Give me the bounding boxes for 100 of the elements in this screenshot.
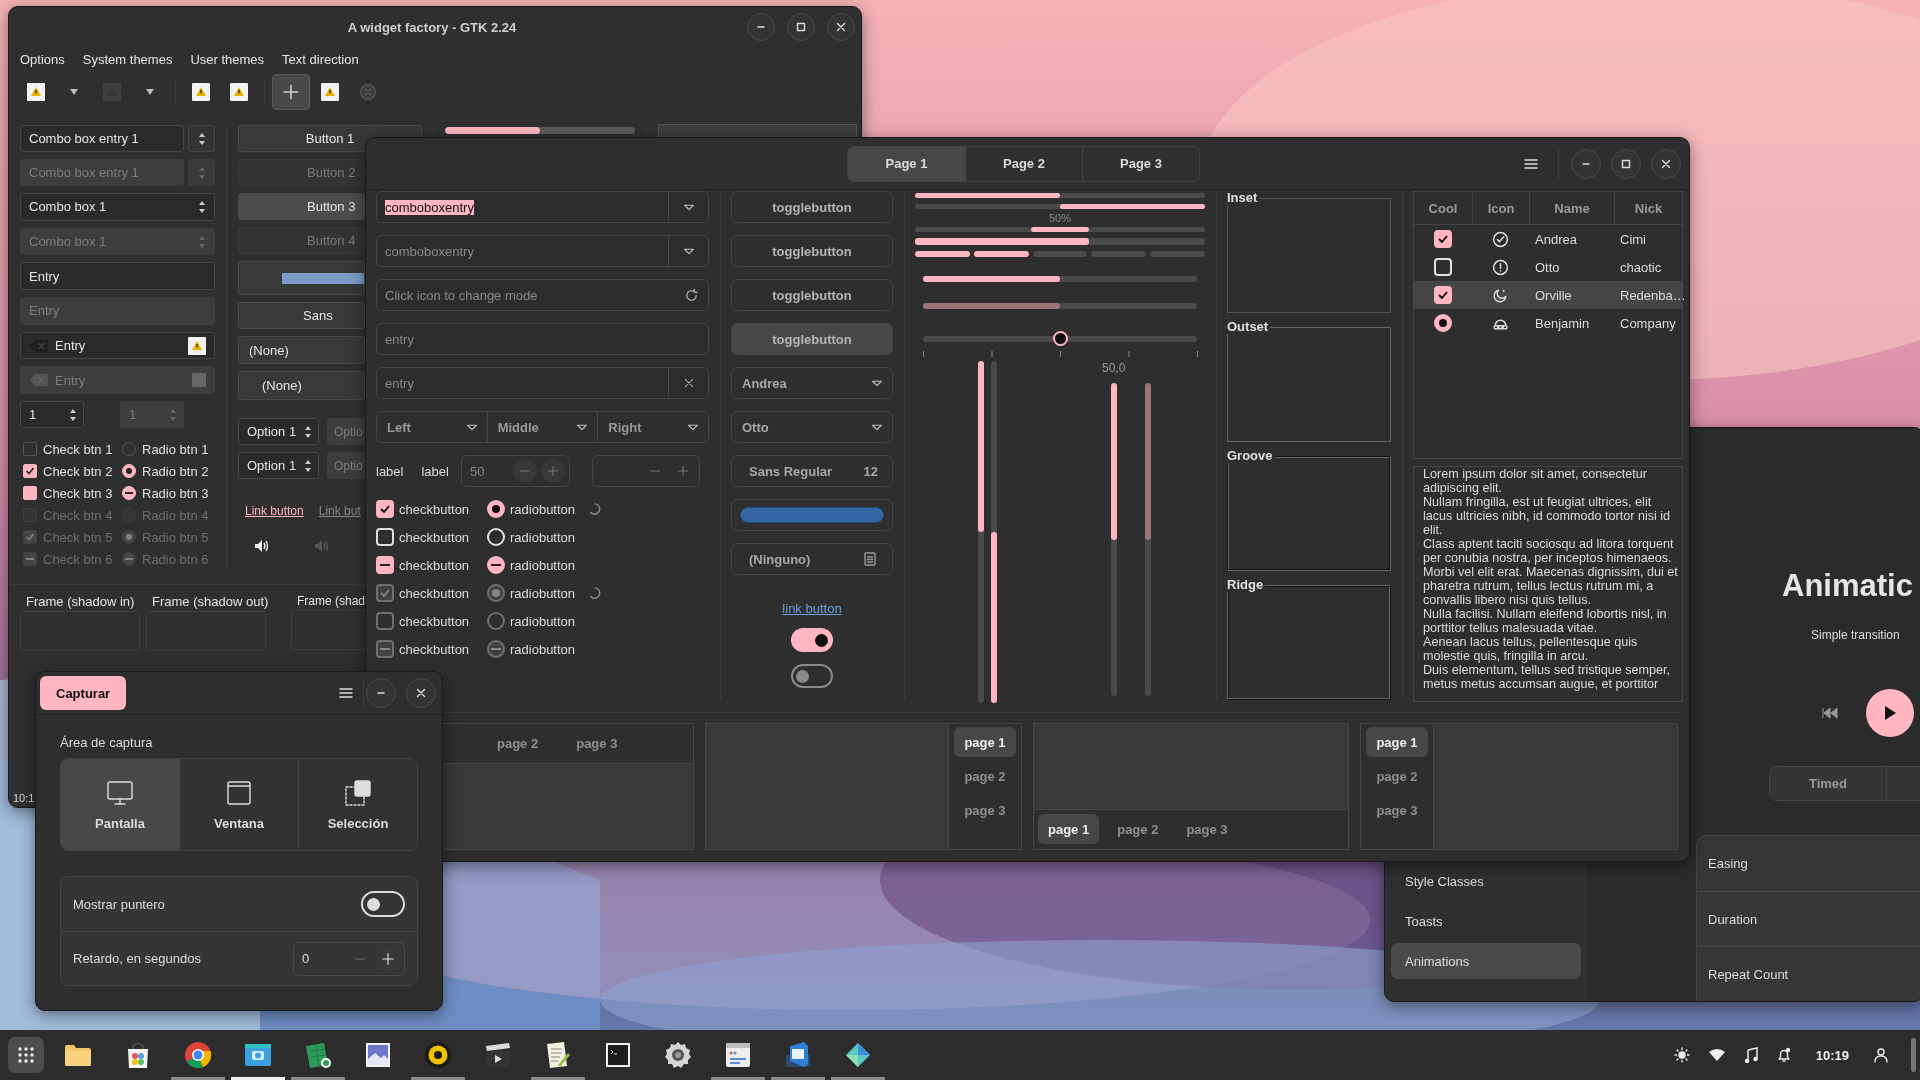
check-mark-icon (25, 466, 35, 477)
link[interactable]: Link button (245, 504, 304, 518)
radio-button[interactable] (122, 442, 136, 457)
checkbox[interactable] (23, 442, 37, 457)
combo-box[interactable]: Right (597, 412, 708, 442)
combo-entry-field[interactable]: comboboxentry (376, 235, 709, 267)
combo-box[interactable]: Otto (731, 411, 893, 443)
toggle-button[interactable]: togglebutton (731, 323, 893, 355)
entry-field[interactable]: entry (376, 323, 709, 355)
toggle-button[interactable]: togglebutton (731, 279, 893, 311)
radio-label: radiobutton (510, 529, 576, 545)
font-button[interactable]: Sans (238, 302, 365, 329)
table-row[interactable]: Orville Redenba… (1414, 281, 1682, 309)
vertical-slider[interactable] (1110, 383, 1117, 696)
table-row[interactable]: Andrea Cimi (1414, 225, 1682, 253)
color-button[interactable] (238, 261, 365, 295)
maximize-button[interactable] (1611, 148, 1641, 179)
menu-item[interactable]: System themes (75, 47, 180, 71)
capture-button[interactable]: Capturar (40, 676, 127, 710)
play-button[interactable] (1866, 689, 1914, 737)
clear-icon (682, 377, 695, 389)
toggle-button[interactable]: Timed (1770, 767, 1887, 800)
updown-arrows-icon (198, 199, 206, 214)
window-title: A widget factory - GTK 2.24 (347, 19, 517, 35)
tab[interactable]: page 1 (1038, 814, 1100, 844)
file-button[interactable]: (None) (238, 336, 365, 364)
button[interactable]: Button 3 (238, 193, 365, 220)
switch-knob (367, 897, 380, 911)
spin-field[interactable]: 1 (20, 401, 84, 429)
switch[interactable] (791, 664, 833, 688)
close-button[interactable] (406, 678, 436, 708)
close-icon (1661, 158, 1671, 169)
toggle-button[interactable]: togglebutton (731, 191, 893, 223)
app-grid-button[interactable] (8, 1037, 44, 1073)
combo-entry-field[interactable]: Combo box entry 1 (20, 125, 184, 152)
spin-field[interactable]: Option 1 (238, 452, 319, 479)
dash-icon (491, 564, 501, 566)
dropdown-button[interactable] (188, 125, 215, 152)
mode-button[interactable]: Pantalla (61, 759, 179, 850)
column-header[interactable]: Name (1529, 192, 1614, 224)
sidebar-item[interactable]: Style Classes (1391, 863, 1581, 899)
spreadsheet-icon (304, 1041, 332, 1069)
sidebar-item[interactable]: Animations (1391, 943, 1581, 979)
tab[interactable]: page 1 (954, 727, 1016, 757)
table-row[interactable]: Otto chaotic (1414, 253, 1682, 281)
activity-pulse (1031, 227, 1089, 232)
file-button[interactable]: (Ninguno) (731, 543, 893, 575)
entry-field[interactable]: Entry (20, 262, 215, 290)
entry-field[interactable]: Click icon to change mode (376, 279, 709, 311)
menu-item[interactable]: Text direction (275, 47, 366, 71)
spin-field[interactable]: Option 1 (238, 418, 319, 445)
column-header[interactable]: Nick (1614, 192, 1682, 224)
section-label: Área de captura (60, 735, 154, 750)
maximize-button[interactable] (787, 13, 815, 41)
add-button[interactable] (272, 74, 310, 110)
tab[interactable]: page 2 (1366, 761, 1428, 791)
tab[interactable]: page 2 (1107, 814, 1169, 844)
tab[interactable]: page 3 (1366, 795, 1428, 825)
close-button[interactable] (1651, 148, 1681, 179)
panel-handle[interactable] (1911, 1038, 1916, 1072)
spin-field[interactable]: 0 (293, 941, 405, 976)
mode-button[interactable]: Ventana (179, 759, 298, 850)
vertical-slider[interactable] (978, 361, 984, 703)
tab[interactable]: page 3 (566, 728, 628, 758)
tab[interactable]: page 1 (1366, 727, 1428, 757)
slider-handle[interactable] (1053, 331, 1068, 346)
font-button[interactable]: Sans Regular 12 (731, 455, 893, 487)
table-row[interactable]: Benjamin Company (1414, 309, 1682, 337)
tab[interactable]: Page 1 (848, 146, 965, 181)
toggle-button[interactable]: togglebutton (731, 235, 893, 267)
close-button[interactable] (827, 13, 855, 41)
tab[interactable]: page 2 (487, 728, 549, 758)
combo-box[interactable]: Andrea (731, 367, 893, 399)
warning-icon (27, 83, 45, 101)
combo-box[interactable]: Combo box 1 (20, 193, 215, 221)
table-cell-text: Company (1619, 315, 1677, 331)
toggle-button[interactable] (1887, 767, 1920, 800)
menu-item[interactable]: User themes (183, 47, 272, 71)
combo-box[interactable]: (None) (238, 371, 365, 400)
link[interactable]: link button (782, 601, 842, 616)
tab[interactable]: page 3 (954, 795, 1016, 825)
updown-arrows-icon (69, 407, 77, 422)
tab[interactable]: page 3 (1176, 814, 1238, 844)
entry-field[interactable]: entry (376, 367, 709, 399)
selected-text: comboboxentry (385, 199, 474, 215)
column-header[interactable]: Icon (1472, 192, 1529, 224)
entry-field[interactable]: Entry (20, 331, 215, 360)
color-button[interactable] (731, 499, 893, 531)
switch[interactable] (791, 628, 833, 652)
mode-button[interactable]: Selección (298, 759, 417, 850)
tab[interactable]: page 2 (954, 761, 1016, 791)
slider[interactable] (923, 331, 1197, 346)
column-header[interactable]: Cool (1414, 192, 1472, 224)
sidebar-item[interactable]: Toasts (1391, 903, 1581, 939)
checkbox-label: checkbutton (399, 501, 470, 517)
combo-entry-field[interactable]: comboboxentry (376, 191, 709, 223)
running-indicator (231, 1077, 285, 1080)
vertical-slider[interactable] (991, 361, 997, 703)
clapperboard-icon (484, 1042, 512, 1068)
menu-item[interactable]: Options (13, 47, 72, 71)
